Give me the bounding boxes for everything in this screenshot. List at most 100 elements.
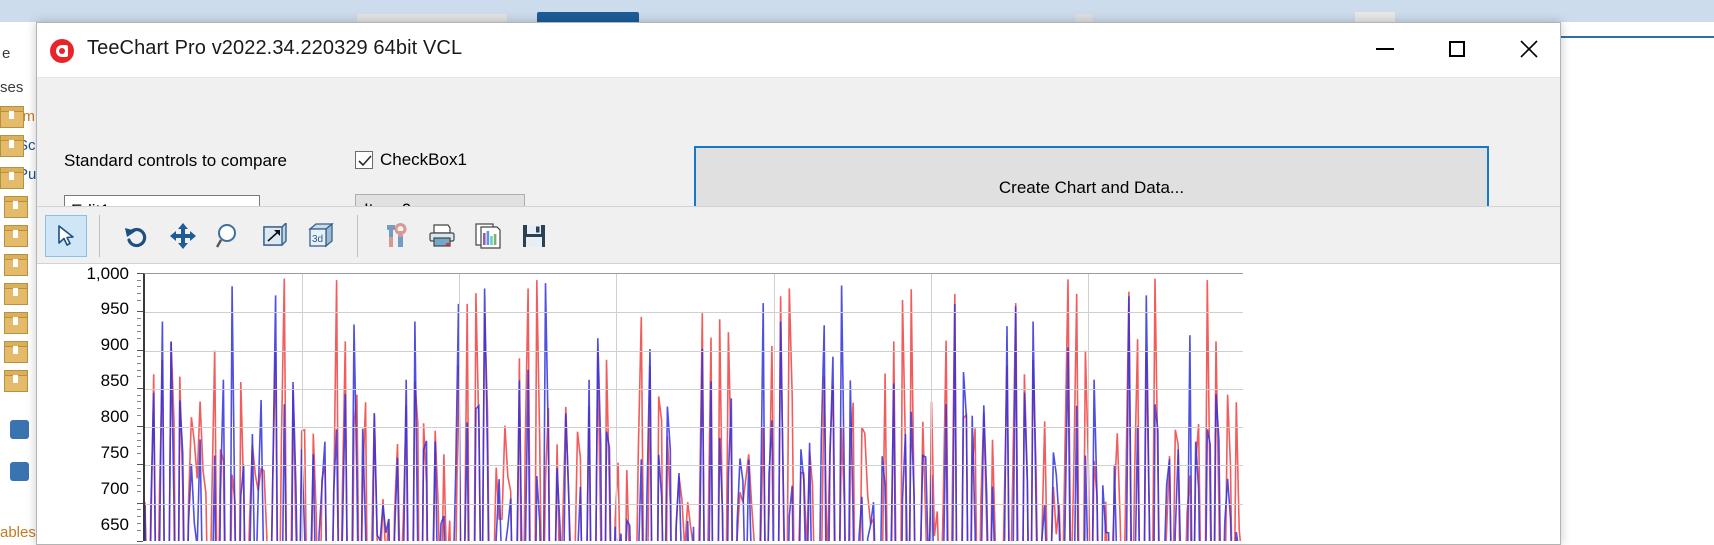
move-icon (170, 223, 196, 249)
toolbar-3d-view-button[interactable]: 3d (300, 215, 342, 257)
check-icon (358, 155, 372, 167)
y-tick-label: 850 (100, 371, 129, 390)
toolbar-save-button[interactable] (513, 215, 555, 257)
checkbox1-box[interactable] (355, 151, 373, 169)
toolbar-edit-chart-button[interactable] (375, 215, 417, 257)
y-axis-minor-tick (137, 369, 141, 371)
y-axis-minor-tick (137, 446, 141, 448)
chart-plot-area[interactable] (143, 273, 1243, 541)
y-axis-tick (137, 541, 143, 542)
y-tick-label: 700 (100, 479, 129, 498)
toolbar-separator (99, 215, 100, 257)
y-tick-label: 950 (100, 299, 129, 318)
undo-icon (125, 227, 147, 248)
toolbar-zoom-button[interactable] (208, 215, 250, 257)
close-button[interactable] (1499, 23, 1559, 75)
maximize-icon (1449, 41, 1465, 57)
svg-text:3d: 3d (312, 234, 323, 245)
title-bar: TeeChart Pro v2022.34.220329 64bit VCL (37, 23, 1560, 78)
minimize-button[interactable] (1355, 23, 1415, 75)
y-tick-label: 900 (100, 335, 129, 354)
ide-tree-item-1[interactable]: ses (0, 79, 23, 96)
y-tick-label: 650 (100, 515, 129, 534)
y-axis-minor-tick (137, 394, 141, 396)
y-axis-minor-tick (137, 362, 141, 364)
y-axis-minor-tick (137, 484, 141, 486)
y-axis-minor-tick (137, 324, 141, 326)
y-axis-minor-tick (137, 376, 141, 378)
printer-icon (429, 224, 455, 247)
ide-right-panel (1561, 24, 1714, 545)
y-axis-minor-tick (137, 471, 141, 473)
ide-structure-panel: e ses Form Sca Pu ables (0, 22, 44, 545)
y-axis-minor-tick (137, 286, 141, 288)
toolbar-move-button[interactable] (162, 215, 204, 257)
y-axis-minor-tick (137, 432, 141, 434)
chart-y-axis: 1,000 950 900 850 800 750 700 650 (37, 264, 137, 544)
toolbar-print-button[interactable] (421, 215, 463, 257)
checkbox1-control[interactable]: CheckBox1 (355, 150, 467, 170)
cursor-icon (58, 225, 74, 246)
y-axis-minor-tick (137, 317, 141, 319)
chart-gridline-v (616, 274, 617, 541)
y-axis-minor-tick (137, 356, 141, 358)
chart-panel[interactable]: 1,000 950 900 850 800 750 700 650 Fi (37, 264, 1560, 544)
y-tick-label: 800 (100, 407, 129, 426)
standard-controls-label: Standard controls to compare (64, 151, 288, 170)
y-axis-minor-tick (137, 509, 141, 511)
package-icon (4, 283, 28, 305)
y-axis-minor-tick (137, 452, 141, 454)
package-icon (4, 254, 28, 276)
y-axis-minor-tick (137, 477, 141, 479)
y-axis-minor-tick (137, 529, 141, 531)
tools-icon (387, 223, 407, 247)
variable-icon (10, 462, 29, 481)
chart-gridline-v (1088, 274, 1089, 541)
y-axis-minor-tick (137, 401, 141, 403)
package-icon (4, 312, 28, 334)
toolbar-normal-view-button[interactable] (254, 215, 296, 257)
chart-gridline-h (145, 503, 1243, 505)
y-axis-minor-tick (137, 299, 141, 301)
maximize-button[interactable] (1427, 23, 1487, 75)
chart-gridline-h (145, 350, 1243, 352)
chart-gridline-v (931, 274, 932, 541)
toolbar-undo-button[interactable] (116, 215, 158, 257)
toolbar-separator-2 (357, 215, 358, 257)
copy-chart-icon (475, 223, 501, 249)
cube-3d-icon: 3d (308, 223, 334, 248)
ide-top-band (0, 0, 1714, 22)
chart-series-svg (145, 278, 1242, 541)
y-axis-minor-tick (137, 491, 141, 493)
chart-toolbar: 3d (37, 206, 1560, 264)
variable-icon (10, 420, 29, 439)
teechart-logo-icon (50, 39, 74, 63)
chart-gridline-v (302, 274, 303, 541)
teechart-dialog-window: TeeChart Pro v2022.34.220329 64bit VCL S… (36, 22, 1561, 545)
y-axis-minor-tick (137, 439, 141, 441)
save-floppy-icon (523, 225, 545, 247)
depth-2d-icon (263, 223, 287, 246)
package-icon (0, 167, 24, 189)
standard-controls-panel: Standard controls to compare CheckBox1 I… (37, 78, 1560, 230)
toolbar-copy-button[interactable] (467, 215, 509, 257)
ide-tree-item-5[interactable]: ables (0, 524, 36, 541)
y-axis-minor-tick (137, 516, 141, 518)
package-icon (4, 196, 28, 218)
toolbar-cursor-button[interactable] (45, 215, 87, 257)
package-icon (4, 341, 28, 363)
chart-gridline-h (145, 465, 1243, 467)
y-tick-label: 1,000 (86, 264, 129, 283)
chart-gridline-h (145, 427, 1243, 429)
chart-gridline-h (145, 312, 1243, 314)
chart-gridline-h (145, 388, 1243, 390)
close-icon (1520, 40, 1538, 58)
y-axis-minor-tick (137, 293, 141, 295)
checkbox1-label: CheckBox1 (380, 150, 467, 169)
ide-tree-item-0[interactable]: e (2, 45, 10, 62)
package-icon (0, 135, 24, 157)
y-axis-minor-tick (137, 331, 141, 333)
y-tick-label: 750 (100, 443, 129, 462)
y-axis-minor-tick (137, 279, 141, 281)
y-axis-minor-tick (137, 407, 141, 409)
